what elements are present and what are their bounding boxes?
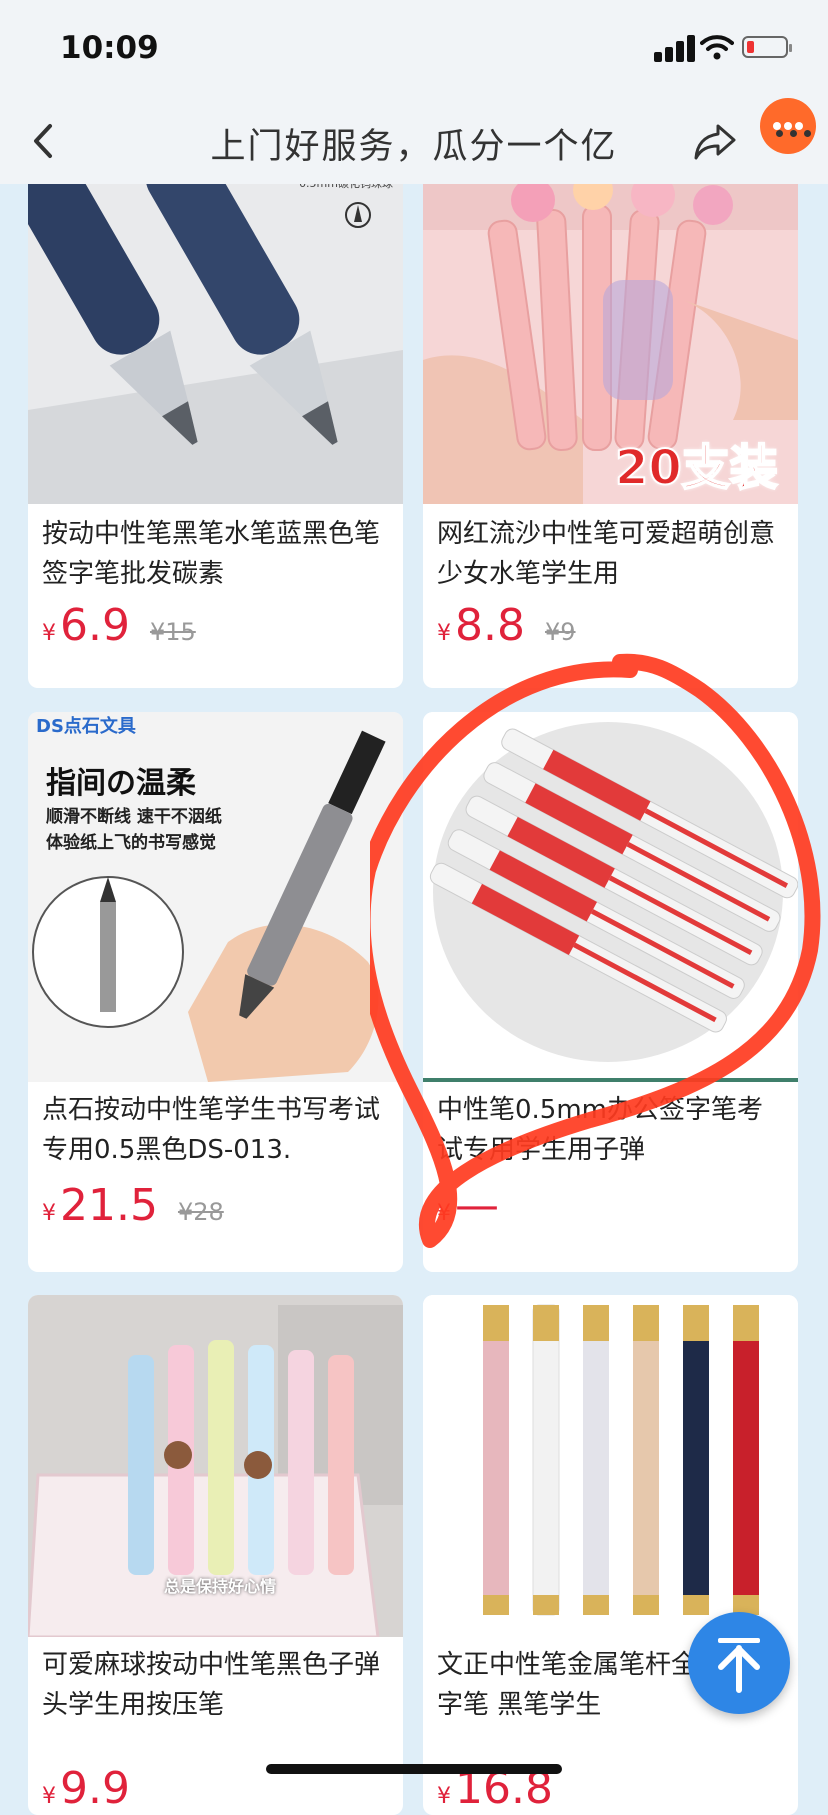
product-card[interactable]: 20支装 网红流沙中性笔可爱超萌创意少女水笔学生用 ¥8.8 ¥9: [423, 160, 798, 688]
status-bar: 10:09: [0, 0, 828, 100]
product-price: ¥21.5 ¥28: [42, 1180, 224, 1231]
product-title: 中性笔0.5mm办公签字笔考试专用学生用子弹: [437, 1095, 764, 1165]
product-image: DS点石文具 指间の温柔 顺滑不断线 速干不洇纸 体验纸上飞的书写感觉: [28, 712, 403, 1082]
menu-dots-icon[interactable]: [776, 130, 812, 140]
product-price: ¥8.8 ¥9: [437, 600, 576, 651]
image-headline: 指间の温柔: [46, 766, 196, 801]
battery-icon: [742, 36, 792, 58]
product-card[interactable]: DS点石文具 指间の温柔 顺滑不断线 速干不洇纸 体验纸上飞的书写感觉 点石按动…: [28, 712, 403, 1272]
product-title: 可爱麻球按动中性笔黑色子弹头学生用按压笔: [42, 1650, 381, 1720]
image-subtext: 体验纸上飞的书写感觉: [46, 833, 216, 853]
arrow-up-icon: [718, 1638, 760, 1693]
back-to-top-button[interactable]: [688, 1612, 790, 1714]
product-image: [423, 712, 798, 1082]
product-card[interactable]: 中性笔0.5mm办公签字笔考试专用学生用子弹 ¥—: [423, 712, 798, 1272]
product-image: 丝滑般的书写体验 源自于笔尖的0.5mm碳化钨珠球: [28, 160, 403, 504]
product-title: 按动中性笔黑笔水笔蓝黑色笔签字笔批发碳素: [42, 519, 381, 589]
product-price: ¥6.9 ¥15: [42, 600, 196, 651]
share-icon[interactable]: [690, 116, 740, 166]
wifi-icon: [700, 35, 734, 60]
product-price: ¥—: [437, 1180, 499, 1231]
image-subtext: 顺滑不断线 速干不洇纸: [46, 807, 222, 827]
cellular-signal-icon: [654, 34, 702, 62]
image-caption: 总是保持好心情: [164, 1577, 277, 1596]
image-badge: 20支装: [614, 439, 779, 497]
product-price: ¥9.9: [42, 1763, 130, 1814]
product-image: 总是保持好心情: [28, 1295, 403, 1637]
product-card[interactable]: 丝滑般的书写体验 源自于笔尖的0.5mm碳化钨珠球 按动中性笔黑笔水笔蓝黑色笔签…: [28, 160, 403, 688]
nav-bar: 上门好服务，瓜分一个亿: [0, 98, 828, 184]
status-time: 10:09: [60, 30, 159, 66]
brand-logo: DS点石文具: [36, 716, 136, 737]
product-card[interactable]: 文正中性笔金属笔杆全金属签字笔 黑笔学生 ¥16.8: [423, 1295, 798, 1815]
home-indicator[interactable]: [266, 1764, 562, 1774]
product-card[interactable]: 总是保持好心情 可爱麻球按动中性笔黑色子弹头学生用按压笔 ¥9.9: [28, 1295, 403, 1815]
product-title: 网红流沙中性笔可爱超萌创意少女水笔学生用: [437, 519, 776, 589]
product-image: [423, 1295, 798, 1637]
product-title: 点石按动中性笔学生书写考试专用0.5黑色DS-013.: [42, 1095, 381, 1165]
product-image: 20支装: [423, 160, 798, 504]
more-icon[interactable]: [760, 98, 816, 154]
